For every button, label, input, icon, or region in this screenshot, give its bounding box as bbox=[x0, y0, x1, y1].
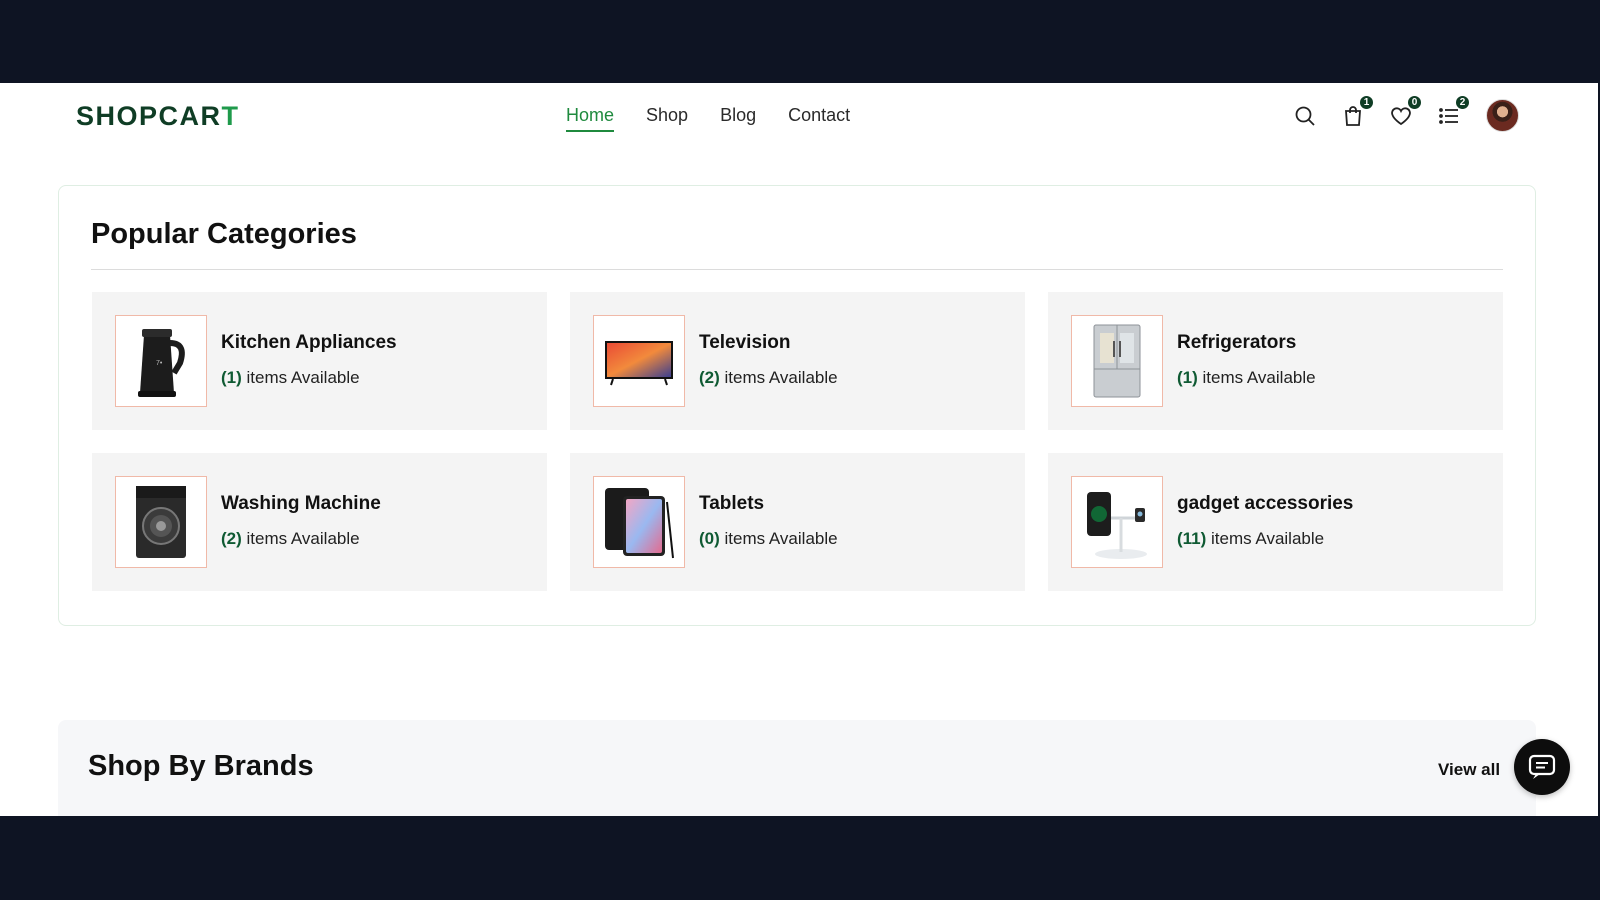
charger-image bbox=[1071, 476, 1163, 568]
category-count: (2) items Available bbox=[221, 529, 360, 548]
category-name: Television bbox=[699, 332, 791, 353]
wishlist-count-badge: 0 bbox=[1407, 94, 1422, 110]
tv-image bbox=[593, 315, 685, 407]
site-header: SHOPCART Home Shop Blog Contact 1 0 2 bbox=[0, 83, 1598, 153]
brands-title: Shop By Brands bbox=[88, 750, 314, 782]
category-card-gadget-accessories[interactable]: gadget accessories (11) items Available bbox=[1048, 453, 1503, 591]
cart-count-badge: 1 bbox=[1359, 94, 1374, 110]
nav-blog[interactable]: Blog bbox=[720, 105, 756, 132]
category-card-television[interactable]: Television (2) items Available bbox=[570, 292, 1025, 430]
nav-contact[interactable]: Contact bbox=[788, 105, 850, 132]
page-viewport: SHOPCART Home Shop Blog Contact 1 0 2 Po… bbox=[0, 83, 1598, 816]
category-count: (2) items Available bbox=[699, 368, 838, 387]
categories-title: Popular Categories bbox=[91, 218, 357, 250]
popular-categories: Popular Categories 7• Kitchen Appliances… bbox=[58, 185, 1536, 626]
shop-by-brands: Shop By Brands View all bbox=[58, 720, 1536, 816]
category-count: (11) items Available bbox=[1177, 529, 1325, 548]
category-count: (0) items Available bbox=[699, 529, 838, 548]
nav-home[interactable]: Home bbox=[566, 105, 615, 132]
category-count: (1) items Available bbox=[1177, 368, 1316, 387]
category-count: (1) items Available bbox=[221, 368, 360, 387]
heart-icon[interactable]: 0 bbox=[1388, 94, 1422, 129]
category-card-kitchen-appliances[interactable]: 7• Kitchen Appliances (1) items Availabl… bbox=[92, 292, 547, 430]
tablet-image bbox=[593, 476, 685, 568]
categories-grid: 7• Kitchen Appliances (1) items Availabl… bbox=[92, 292, 1504, 591]
shopcart-logo[interactable]: SHOPCART bbox=[76, 101, 240, 132]
category-name: Tablets bbox=[699, 493, 765, 514]
category-name: Kitchen Appliances bbox=[221, 332, 397, 353]
fridge-image bbox=[1071, 315, 1163, 407]
view-all-link[interactable]: View all bbox=[1438, 760, 1500, 780]
category-card-tablets[interactable]: Tablets (0) items Available bbox=[570, 453, 1025, 591]
categories-divider bbox=[91, 269, 1503, 270]
category-name: gadget accessories bbox=[1177, 493, 1354, 514]
header-actions: 1 0 2 bbox=[1292, 94, 1519, 132]
kettle-image: 7• bbox=[115, 315, 207, 407]
avatar[interactable] bbox=[1486, 99, 1519, 132]
category-card-washing-machine[interactable]: Washing Machine (2) items Available bbox=[92, 453, 547, 591]
svg-text:7•: 7• bbox=[156, 360, 163, 367]
chat-icon[interactable] bbox=[1514, 739, 1570, 795]
cart-icon[interactable]: 1 bbox=[1340, 94, 1374, 129]
category-card-refrigerators[interactable]: Refrigerators (1) items Available bbox=[1048, 292, 1503, 430]
main-nav: Home Shop Blog Contact bbox=[566, 105, 850, 132]
compare-count-badge: 2 bbox=[1455, 94, 1470, 110]
category-name: Washing Machine bbox=[221, 493, 381, 514]
list-icon[interactable]: 2 bbox=[1436, 94, 1470, 129]
washer-image bbox=[115, 476, 207, 568]
nav-shop[interactable]: Shop bbox=[646, 105, 688, 132]
category-name: Refrigerators bbox=[1177, 332, 1297, 353]
search-icon[interactable] bbox=[1292, 103, 1318, 129]
